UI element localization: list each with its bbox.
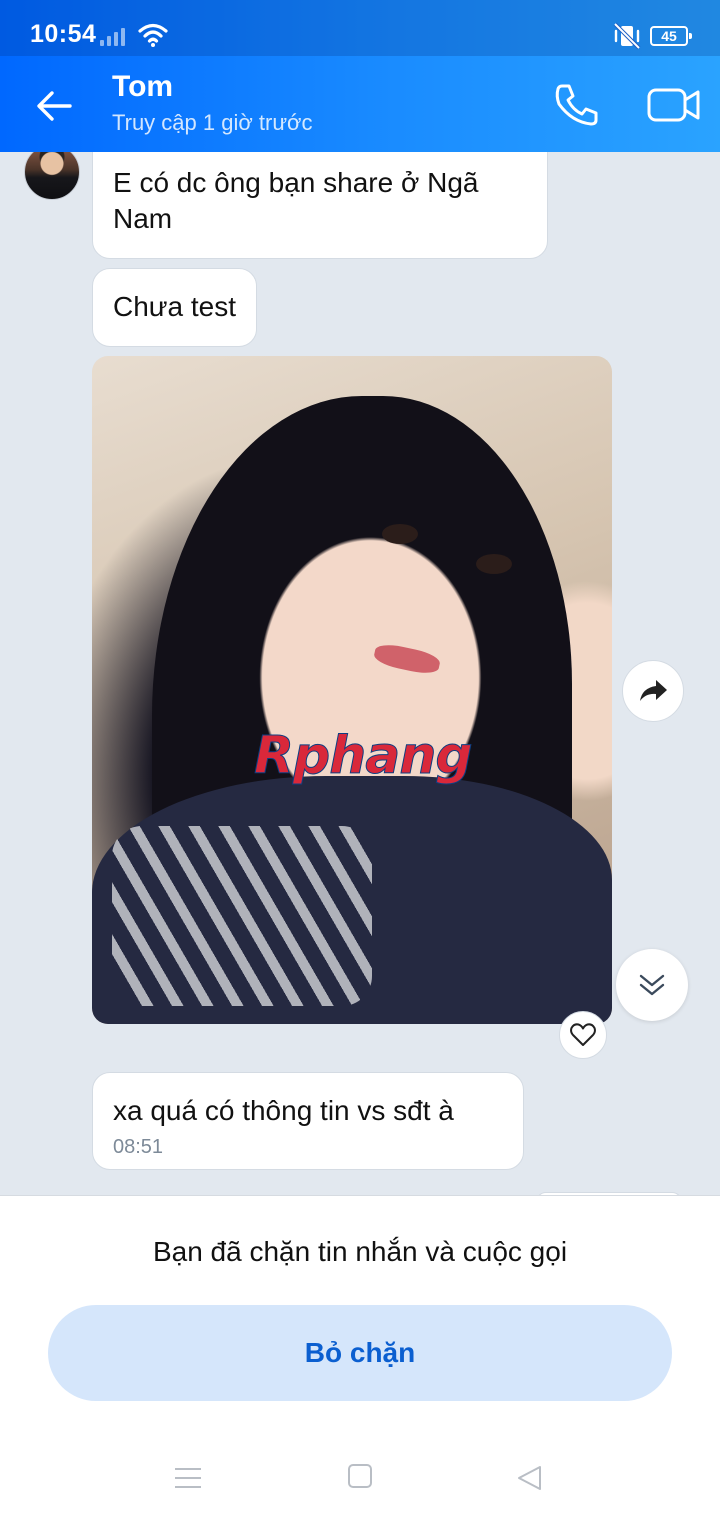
- battery-icon: 45: [650, 26, 692, 46]
- nav-back-icon[interactable]: [515, 1464, 545, 1492]
- message-text: Chưa test: [113, 291, 237, 322]
- message-bubble[interactable]: E có dc ông bạn share ở Ngã Nam: [92, 152, 548, 259]
- system-nav-bar: [0, 1446, 720, 1520]
- double-chevron-down-icon: [639, 974, 665, 996]
- wifi-icon: [138, 23, 168, 47]
- chat-header: 10:54 45 Tom Truy cập 1 giờ trước: [0, 0, 720, 152]
- recent-apps-icon[interactable]: [175, 1468, 201, 1488]
- signal-icon: [100, 26, 125, 46]
- back-arrow-icon[interactable]: [30, 82, 78, 130]
- image-message[interactable]: Rphang: [92, 356, 612, 1024]
- blocked-notice: Bạn đã chặn tin nhắn và cuộc gọi: [152, 1236, 568, 1267]
- home-icon[interactable]: [348, 1464, 372, 1488]
- message-list[interactable]: E có dc ông bạn share ở Ngã Nam Chưa tes…: [0, 152, 720, 1196]
- message-time: 08:51: [113, 1136, 164, 1158]
- message-bubble[interactable]: xa quá có thông tin vs sđt à 08:51: [92, 1072, 524, 1170]
- blocked-footer: Bạn đã chặn tin nhắn và cuộc gọi Bỏ chặn: [0, 1195, 720, 1520]
- status-bar: 10:54 45: [0, 0, 720, 56]
- scroll-to-bottom-button[interactable]: [616, 949, 688, 1021]
- video-call-icon[interactable]: [646, 84, 702, 126]
- message-text: E có dc ông bạn share ở Ngã Nam: [113, 167, 479, 234]
- phone-call-icon[interactable]: [552, 82, 600, 126]
- vibrate-off-icon: [613, 22, 641, 50]
- message-bubble[interactable]: Chưa test: [92, 268, 258, 347]
- contact-avatar[interactable]: [24, 152, 80, 200]
- forward-arrow-icon: [640, 680, 667, 701]
- last-seen-status: Truy cập 1 giờ trước: [112, 110, 313, 135]
- unblock-button[interactable]: Bỏ chặn: [48, 1305, 672, 1401]
- contact-name[interactable]: Tom: [112, 70, 173, 104]
- forward-button[interactable]: [622, 660, 684, 722]
- image-watermark: Rphang: [254, 726, 474, 787]
- status-time: 10:54: [30, 20, 97, 48]
- heart-icon: [570, 1023, 596, 1046]
- react-heart-button[interactable]: [559, 1011, 607, 1059]
- message-text: xa quá có thông tin vs sđt à: [113, 1095, 454, 1126]
